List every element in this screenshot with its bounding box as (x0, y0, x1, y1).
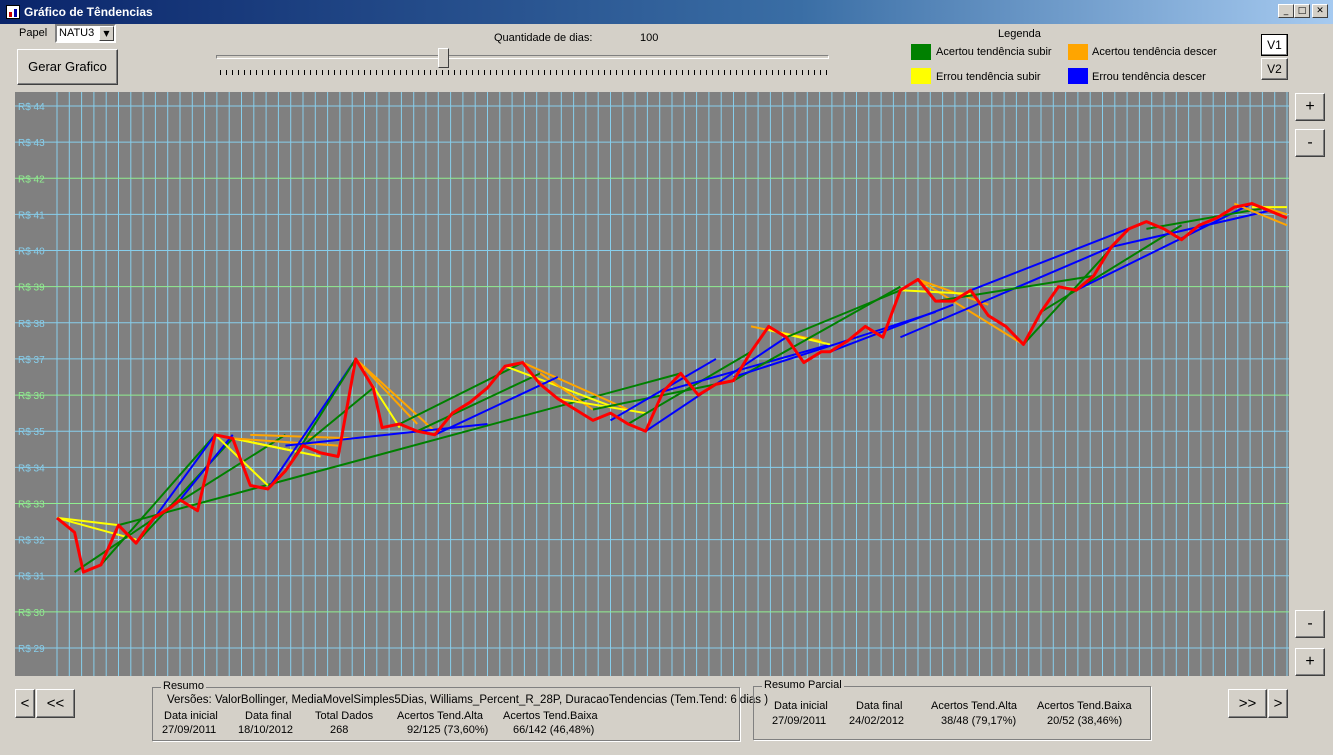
window-title: Gráfico de Têndencias (24, 5, 153, 19)
parcial-value-data-inicial: 27/09/2011 (772, 715, 827, 727)
y-tick-label: R$ 32 (18, 536, 45, 547)
y-tick-label: R$ 34 (18, 463, 45, 474)
legend-swatch-orange (1068, 44, 1088, 60)
parcial-value-alta: 38/48 (79,17%) (941, 715, 1017, 727)
trend-segment (1111, 209, 1270, 248)
resumo-value-alta: 92/125 (73,60%) (407, 724, 489, 736)
resumo-header-total: Total Dados (315, 710, 374, 722)
y-tick-label: R$ 44 (18, 102, 45, 113)
title-bar: Gráfico de Têndencias _ □ ✕ (0, 0, 1333, 24)
close-button[interactable]: ✕ (1312, 4, 1328, 18)
y-tick-label: R$ 33 (18, 499, 45, 510)
resumo-group: Resumo Versões: ValorBollinger, MediaMov… (152, 680, 768, 741)
trend-chart-svg: R$ 44 R$ 43 R$ 42 R$ 41 R$ 40 R$ 39 R$ 38 R$ 37… (15, 92, 1289, 676)
papel-select-value: NATU3 (59, 27, 95, 39)
zoom-in-top-button[interactable]: + (1295, 93, 1325, 121)
trend-segment (434, 376, 559, 436)
trend-chart: R$ 44 R$ 43 R$ 42 R$ 41 R$ 40 R$ 39 R$ 38 R$ 37… (15, 92, 1289, 676)
legend-label-acertou-descer: Acertou tendência descer (1092, 46, 1217, 58)
y-tick-label: R$ 39 (18, 283, 45, 294)
maximize-button[interactable]: □ (1294, 4, 1310, 18)
trend-segment (399, 361, 524, 425)
y-tick-label: R$ 40 (18, 247, 45, 258)
papel-select[interactable]: NATU3 ▼ (55, 24, 116, 43)
resumo-value-total: 268 (330, 724, 349, 736)
y-tick-label: R$ 37 (18, 355, 45, 366)
quantidade-dias-label: Quantidade de dias: (494, 32, 593, 44)
legend-label-errou-subir: Errou tendência subir (936, 71, 1041, 83)
resumo-parcial-group: Resumo Parcial Data inicial Data final A… (753, 679, 1151, 740)
y-tick-label: R$ 29 (18, 644, 45, 655)
zoom-out-bottom-button[interactable]: - (1295, 610, 1325, 638)
y-tick-label: R$ 30 (18, 608, 45, 619)
resumo-versoes: Versões: ValorBollinger, MediaMovelSimpl… (167, 694, 769, 706)
resumo-header-data-inicial: Data inicial (164, 710, 218, 722)
gerar-grafico-button[interactable]: Gerar Grafico (17, 49, 118, 85)
legend-swatch-yellow (911, 68, 931, 84)
y-tick-label: R$ 41 (18, 210, 45, 221)
first-button[interactable]: << (36, 689, 75, 718)
trend-segment (627, 350, 752, 425)
minimize-button[interactable]: _ (1278, 4, 1294, 18)
trend-segment (970, 220, 1147, 292)
resumo-value-baixa: 66/142 (46,48%) (513, 724, 595, 736)
trend-segment (785, 289, 901, 339)
zoom-in-bottom-button[interactable]: + (1295, 648, 1325, 676)
y-tick-label: R$ 38 (18, 319, 45, 330)
zoom-out-top-button[interactable]: - (1295, 129, 1325, 157)
parcial-value-data-final: 24/02/2012 (849, 715, 905, 727)
v2-button[interactable]: V2 (1261, 58, 1288, 80)
legend-title: Legenda (998, 28, 1041, 40)
resumo-value-data-inicial: 27/09/2011 (162, 724, 217, 736)
y-tick-label: R$ 36 (18, 391, 45, 402)
resumo-parcial-title: Resumo Parcial (762, 679, 844, 691)
legend-swatch-green (911, 44, 931, 60)
next-button[interactable]: > (1268, 689, 1288, 718)
papel-label: Papel (19, 27, 48, 39)
v1-button[interactable]: V1 (1261, 34, 1288, 56)
dias-slider-track[interactable] (216, 55, 829, 59)
y-tick-label: R$ 31 (18, 572, 45, 583)
legend-swatch-blue (1068, 68, 1088, 84)
quantidade-dias-value: 100 (640, 32, 659, 44)
resumo-header-baixa: Acertos Tend.Baixa (503, 710, 598, 722)
last-button[interactable]: >> (1228, 689, 1267, 718)
dias-slider-ticks (220, 70, 827, 75)
parcial-value-baixa: 20/52 (38,46%) (1047, 715, 1123, 727)
y-tick-label: R$ 35 (18, 427, 45, 438)
chart-app-icon (6, 5, 20, 19)
legend-label-errou-descer: Errou tendência descer (1092, 71, 1206, 83)
y-tick-label: R$ 42 (18, 174, 45, 185)
chevron-down-icon[interactable]: ▼ (99, 26, 114, 41)
parcial-header-data-inicial: Data inicial (774, 700, 828, 712)
legend-label-acertou-subir: Acertou tendência subir (936, 46, 1052, 58)
parcial-header-alta: Acertos Tend.Alta (931, 700, 1018, 712)
dias-slider-thumb[interactable] (437, 48, 449, 68)
prev-button[interactable]: < (15, 689, 35, 718)
resumo-title: Resumo (161, 680, 206, 692)
resumo-header-data-final: Data final (245, 710, 292, 722)
parcial-header-baixa: Acertos Tend.Baixa (1037, 700, 1132, 712)
resumo-header-alta: Acertos Tend.Alta (397, 710, 484, 722)
y-tick-label: R$ 43 (18, 138, 45, 149)
trend-segment (416, 372, 541, 433)
resumo-value-data-final: 18/10/2012 (238, 724, 294, 736)
parcial-header-data-final: Data final (856, 700, 903, 712)
